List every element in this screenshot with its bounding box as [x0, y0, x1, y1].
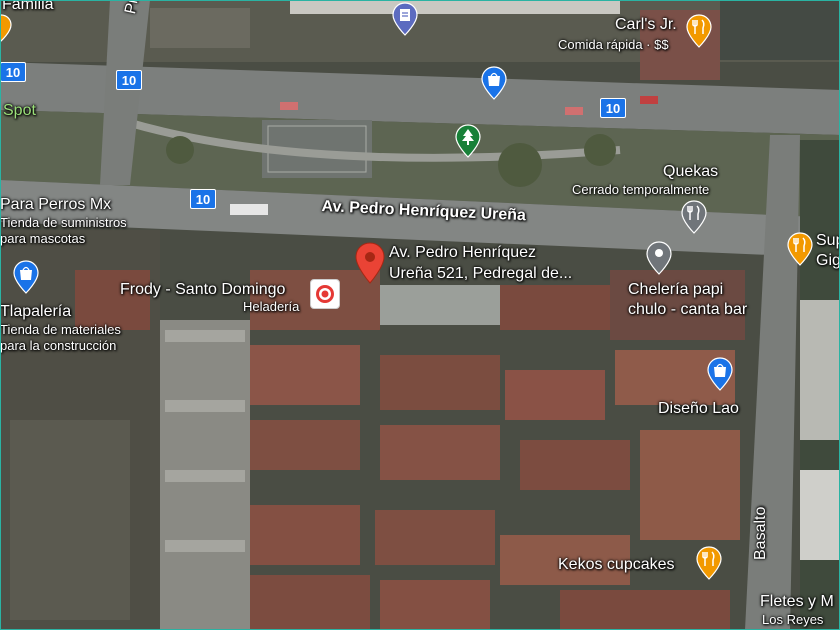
route-shield-10: 10 [116, 70, 142, 90]
food-pin-icon[interactable] [681, 200, 707, 234]
label-address-line-2: Ureña 521, Pedregal de... [389, 265, 573, 282]
food-pin-icon[interactable] [696, 546, 722, 580]
label-para-perros-category-2: para mascotas [0, 231, 86, 246]
label-para-perros[interactable]: Para Perros Mx [0, 196, 111, 214]
label-street-basalto: Basalto [752, 506, 769, 560]
shopping-pin-icon[interactable] [13, 260, 39, 294]
label-address-line-1: Av. Pedro Henríquez [389, 244, 537, 261]
label-familia[interactable]: Familia [2, 0, 54, 14]
label-quekas-status: Cerrado temporalmente [572, 182, 710, 197]
target-icon [316, 285, 334, 303]
label-tlapaleria[interactable]: Tlapalería [0, 303, 71, 321]
ice-cream-icon[interactable] [310, 279, 340, 309]
food-pin-icon[interactable] [0, 14, 12, 42]
shopping-pin-icon[interactable] [707, 357, 733, 391]
label-tlapaleria-category-2: para la construcción [0, 338, 117, 353]
label-cheleria-line-2: chulo - canta bar [628, 301, 748, 318]
label-diseno-lao[interactable]: Diseño Lao [658, 400, 739, 418]
route-shield-10: 10 [600, 98, 626, 118]
food-pin-icon[interactable] [686, 14, 712, 48]
shopping-pin-icon[interactable] [481, 66, 507, 100]
place-pin-icon[interactable] [646, 241, 672, 275]
label-tlapaleria-category-1: Tienda de materiales [0, 322, 121, 337]
location-pin-icon[interactable] [355, 242, 385, 284]
label-carls-jr-category: Comida rápida · $$ [558, 37, 669, 52]
label-cheleria-line-1[interactable]: Chelería papi [628, 281, 723, 299]
label-kekos-cupcakes[interactable]: Kekos cupcakes [558, 556, 675, 574]
satellite-map[interactable]: 10 10 10 10 Familia Prof Spot Carl's Jr.… [0, 0, 840, 630]
label-fletes-line-1[interactable]: Fletes y M [760, 593, 834, 611]
label-spot[interactable]: Spot [3, 102, 36, 120]
label-carls-jr[interactable]: Carl's Jr. [615, 16, 677, 34]
place-pin-icon[interactable] [392, 2, 418, 36]
label-para-perros-category-1: Tienda de suministros [0, 215, 127, 230]
park-pin-icon[interactable] [455, 124, 481, 158]
label-super-line-2: Gig [816, 252, 840, 269]
label-frody[interactable]: Frody - Santo Domingo [120, 281, 285, 299]
route-shield-10: 10 [0, 62, 26, 82]
label-quekas[interactable]: Quekas [663, 163, 718, 181]
food-pin-icon[interactable] [787, 232, 813, 266]
label-super-line-1[interactable]: Sup [816, 232, 840, 250]
label-frody-category: Heladería [243, 299, 300, 314]
route-shield-10: 10 [190, 189, 216, 209]
label-fletes-line-2: Los Reyes [762, 612, 824, 627]
